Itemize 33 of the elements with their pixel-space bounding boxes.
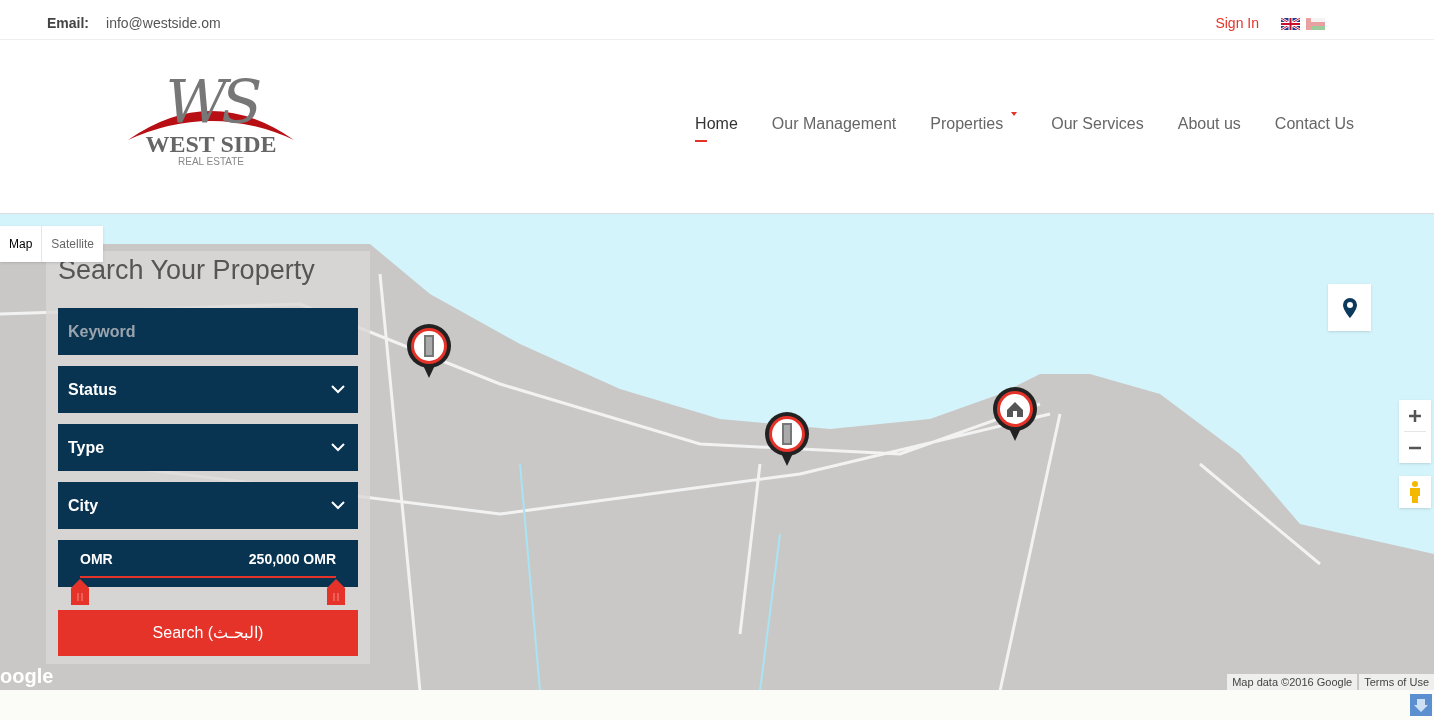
sign-in-link[interactable]: Sign In <box>1215 13 1259 34</box>
select-dropdown[interactable]: Type <box>58 424 358 471</box>
search-button[interactable]: Search (البحـث) <box>58 610 358 656</box>
nav-link[interactable]: About us <box>1177 111 1241 142</box>
nav-link[interactable]: Home <box>695 111 738 142</box>
select-dropdown[interactable]: Status <box>58 366 358 413</box>
nav-link[interactable]: Contact Us <box>1274 111 1354 142</box>
nav-link[interactable]: Properties <box>930 111 1004 142</box>
max-price-label: 250,000 OMR <box>248 550 336 569</box>
minus-icon <box>1409 445 1421 450</box>
chevron-down-icon <box>331 443 345 452</box>
slider-thumb[interactable] <box>71 579 89 605</box>
dropdown-caret-icon[interactable] <box>1011 111 1018 116</box>
email-label: Email: <box>47 14 89 33</box>
map-type-tab[interactable]: Satellite <box>41 226 104 262</box>
nav-link[interactable]: Our Services <box>1051 111 1144 142</box>
keyword-field[interactable]: Keyword <box>58 308 358 355</box>
google-logo: oogle <box>0 664 54 688</box>
slider-thumb[interactable] <box>327 579 345 605</box>
location-pin-button[interactable] <box>1328 284 1371 331</box>
building-marker-icon[interactable] <box>764 411 810 467</box>
plus-icon <box>1409 409 1421 422</box>
nav-link[interactable]: Our Management <box>771 111 897 142</box>
select-dropdown[interactable]: City <box>58 482 358 529</box>
location-pin-icon <box>1342 297 1357 318</box>
map-type-tab[interactable]: Map <box>0 226 42 262</box>
building-marker-icon[interactable] <box>406 323 452 379</box>
min-price-label: OMR <box>80 550 113 569</box>
chevron-down-icon <box>331 385 345 394</box>
house-marker-icon[interactable] <box>992 386 1038 442</box>
uk-flag-icon[interactable] <box>1281 17 1300 30</box>
email-address: info@westside.om <box>106 14 221 33</box>
chevron-down-icon <box>331 501 345 510</box>
